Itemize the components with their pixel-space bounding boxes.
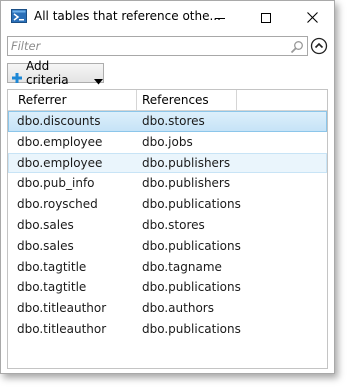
referrer-cell: dbo.sales <box>17 238 74 253</box>
references-cell: dbo.publications <box>142 197 241 212</box>
powershell-app-icon <box>11 8 27 24</box>
column-header-filler <box>237 90 327 110</box>
table-row[interactable]: dbo.tagtitle dbo.tagname <box>8 257 327 278</box>
referrer-cell: dbo.titleauthor <box>17 301 107 316</box>
referrer-cell: dbo.employee <box>17 134 103 149</box>
referrer-cell: dbo.employee <box>17 155 103 170</box>
column-header-references[interactable]: References <box>137 90 237 110</box>
references-cell: dbo.publications <box>142 321 241 336</box>
add-criteria-label: Add criteria <box>26 59 69 87</box>
references-cell: dbo.publications <box>142 238 241 253</box>
dropdown-arrow-icon <box>94 70 103 85</box>
referrer-cell: dbo.tagtitle <box>17 259 87 274</box>
column-header-referrer[interactable]: Referrer <box>13 90 137 110</box>
table-row[interactable]: dbo.pub_info dbo.publishers <box>8 173 327 194</box>
table-row[interactable]: dbo.tagtitle dbo.publications <box>8 277 327 298</box>
filter-box <box>7 36 308 56</box>
references-cell: dbo.stores <box>142 114 205 128</box>
table-row[interactable]: dbo.sales dbo.stores <box>8 215 327 236</box>
filter-row <box>7 36 328 56</box>
referrer-cell: dbo.roysched <box>17 197 98 212</box>
references-cell: dbo.publishers <box>142 176 231 191</box>
references-cell: dbo.tagname <box>142 259 222 274</box>
table-row[interactable]: dbo.roysched dbo.publications <box>8 194 327 215</box>
chevron-up-circle-icon[interactable] <box>310 37 328 55</box>
window-title: All tables that reference othe... <box>34 9 221 23</box>
query-result-window: All tables that reference othe... Filter… <box>0 0 335 374</box>
add-criteria-button[interactable]: Add criteria <box>7 59 104 87</box>
references-cell: dbo.stores <box>142 217 205 232</box>
minimize-button[interactable] <box>197 1 243 33</box>
table-row[interactable]: dbo.titleauthor dbo.publications <box>8 319 327 340</box>
table-row[interactable]: dbo.discounts dbo.stores <box>8 111 327 132</box>
close-icon <box>306 8 318 27</box>
table-row[interactable]: dbo.employee dbo.jobs <box>8 132 327 153</box>
references-cell: dbo.publishers <box>142 155 231 170</box>
references-cell: dbo.authors <box>142 301 214 316</box>
maximize-button[interactable] <box>243 1 289 33</box>
table-row[interactable]: dbo.sales dbo.publications <box>8 236 327 257</box>
title-bar[interactable]: All tables that reference othe... <box>1 1 334 33</box>
search-icon[interactable] <box>290 39 304 54</box>
referrer-cell: dbo.sales <box>17 217 74 232</box>
referrer-cell: dbo.pub_info <box>17 176 95 191</box>
grid-rows: dbo.discounts dbo.stores dbo.employee dbo.j… <box>8 111 327 340</box>
minimize-icon <box>215 8 225 27</box>
table-row[interactable]: dbo.employee dbo.publishers <box>8 152 327 174</box>
referrer-cell: dbo.titleauthor <box>17 321 107 336</box>
references-cell: dbo.jobs <box>142 134 193 149</box>
plus-icon <box>12 68 22 83</box>
references-cell: dbo.publications <box>142 280 241 295</box>
results-grid: Referrer References dbo.discounts dbo.sto… <box>7 89 328 369</box>
close-button[interactable] <box>289 1 335 33</box>
maximize-icon <box>261 8 271 27</box>
referrer-cell: dbo.discounts <box>17 114 101 128</box>
referrer-cell: dbo.tagtitle <box>17 280 87 295</box>
grid-header: Referrer References <box>8 90 327 111</box>
table-row[interactable]: dbo.titleauthor dbo.authors <box>8 298 327 319</box>
filter-input[interactable] <box>11 37 281 55</box>
